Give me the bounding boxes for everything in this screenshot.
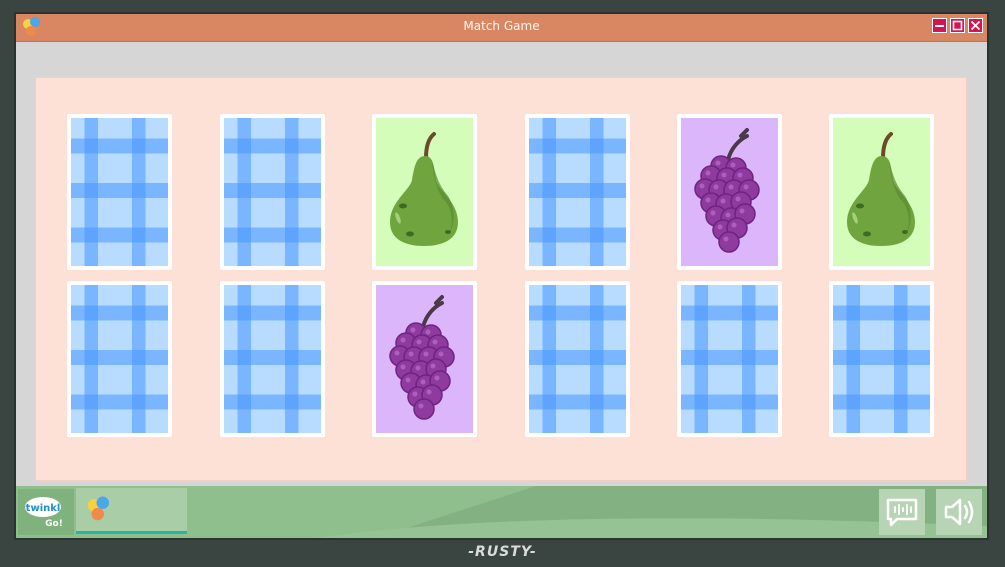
game-board [35,77,967,481]
pear-icon [390,132,458,246]
window-title: Match Game [463,19,540,33]
card-face [681,118,778,266]
card-back-pattern [71,118,168,266]
card-pear[interactable] [829,114,934,270]
transcript-button[interactable] [879,489,925,535]
card-face [376,285,473,433]
card-face [833,118,930,266]
card-face-down[interactable] [220,281,325,437]
minimize-button[interactable] [932,18,947,33]
close-icon [970,20,981,31]
card-pear[interactable] [372,114,477,270]
card-back-pattern [833,285,930,433]
start-logo-go: Go! [45,519,63,529]
window-controls [932,18,983,33]
puzzle-app-icon [87,496,109,521]
volume-icon [944,498,974,526]
pear-icon [847,132,915,246]
card-back-pattern [681,285,778,433]
card-face-down[interactable] [525,281,630,437]
monitor-brand-label: -RUSTY- [468,544,537,560]
card-face-down[interactable] [677,281,782,437]
card-back-pattern [224,285,321,433]
card-grapes[interactable] [677,114,782,270]
taskbar: twinkl Go! [16,486,987,538]
transcript-icon [886,498,918,527]
card-face-down[interactable] [220,114,325,270]
card-face [376,118,473,266]
start-button[interactable]: twinkl Go! [18,489,74,535]
start-logo-text: twinkl [26,503,61,514]
card-face-down[interactable] [67,114,172,270]
card-back-pattern [529,118,626,266]
card-face-down[interactable] [67,281,172,437]
card-face-down[interactable] [829,281,934,437]
grapes-icon [389,295,455,420]
app-window: Match Game twinkl Go! [14,12,989,540]
card-face-down[interactable] [525,114,630,270]
maximize-icon [952,20,963,31]
card-back-pattern [529,285,626,433]
taskbar-app-match-game[interactable] [76,488,187,534]
maximize-button[interactable] [950,18,965,33]
grapes-icon [694,128,760,253]
title-bar[interactable]: Match Game [16,14,987,42]
close-button[interactable] [968,18,983,33]
twinkl-go-logo: twinkl Go! [25,497,63,529]
card-back-pattern [224,118,321,266]
card-grapes[interactable] [372,281,477,437]
minimize-icon [935,25,944,27]
volume-button[interactable] [936,489,982,535]
card-back-pattern [71,285,168,433]
